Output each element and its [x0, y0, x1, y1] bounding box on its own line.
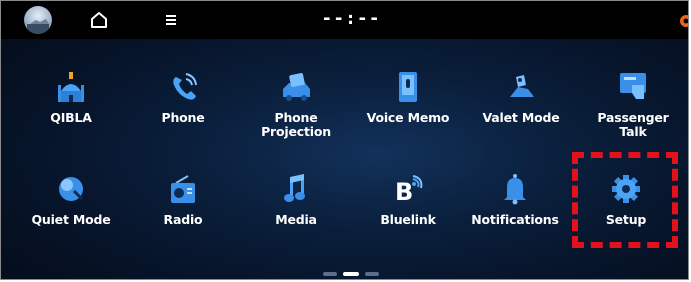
app-phone-projection[interactable]: Phone Projection	[241, 71, 351, 149]
app-passenger-talk[interactable]: Passenger Talk	[578, 71, 688, 149]
passenger-talk-icon	[618, 71, 648, 103]
app-bluelink[interactable]: B Bluelink	[353, 173, 463, 251]
app-label: Valet Mode	[482, 110, 560, 125]
quiet-mode-icon	[56, 173, 86, 205]
app-valet-mode[interactable]: Valet Mode	[466, 71, 576, 149]
app-label: Passenger Talk	[597, 110, 669, 139]
app-voice-memo[interactable]: Voice Memo	[353, 71, 463, 149]
app-launcher-screen: --:-- QIBLA Phone Phone Projection Voice…	[0, 0, 689, 280]
app-notifications[interactable]: Notifications	[460, 173, 570, 251]
radio-icon	[168, 173, 198, 205]
page-dot[interactable]	[323, 272, 337, 276]
app-label: QIBLA	[50, 110, 92, 125]
status-icon	[678, 13, 688, 29]
status-bar: --:--	[1, 1, 688, 39]
mosque-icon	[56, 71, 86, 103]
app-label: Bluelink	[380, 212, 436, 227]
page-indicator	[323, 272, 379, 276]
gear-icon	[611, 173, 641, 205]
app-label: Phone Projection	[261, 110, 331, 139]
app-phone[interactable]: Phone	[128, 71, 238, 149]
app-label: Media	[275, 212, 317, 227]
app-quiet-mode[interactable]: Quiet Mode	[16, 173, 126, 251]
home-icon[interactable]	[89, 10, 109, 30]
app-label: Voice Memo	[366, 110, 450, 125]
app-label: Quiet Mode	[31, 212, 111, 227]
bluelink-icon: B	[393, 173, 423, 206]
voice-memo-icon	[393, 71, 423, 103]
app-radio[interactable]: Radio	[128, 173, 238, 251]
page-dot-active[interactable]	[343, 272, 359, 276]
bell-icon	[500, 173, 530, 205]
app-qibla[interactable]: QIBLA	[16, 71, 126, 149]
app-label: Radio	[163, 212, 203, 227]
phone-icon	[168, 71, 198, 103]
app-setup[interactable]: Setup	[571, 173, 681, 251]
music-note-icon	[281, 173, 311, 205]
app-label: Notifications	[471, 212, 559, 227]
app-label: Setup	[605, 212, 647, 227]
app-label: Phone	[161, 110, 205, 125]
clock: --:--	[321, 8, 381, 29]
phone-projection-icon	[281, 71, 311, 103]
page-dot[interactable]	[365, 272, 379, 276]
app-media[interactable]: Media	[241, 173, 351, 251]
svg-text:B: B	[395, 178, 413, 205]
menu-icon[interactable]	[161, 11, 181, 29]
avatar[interactable]	[24, 6, 52, 34]
valet-mode-icon	[506, 71, 536, 103]
